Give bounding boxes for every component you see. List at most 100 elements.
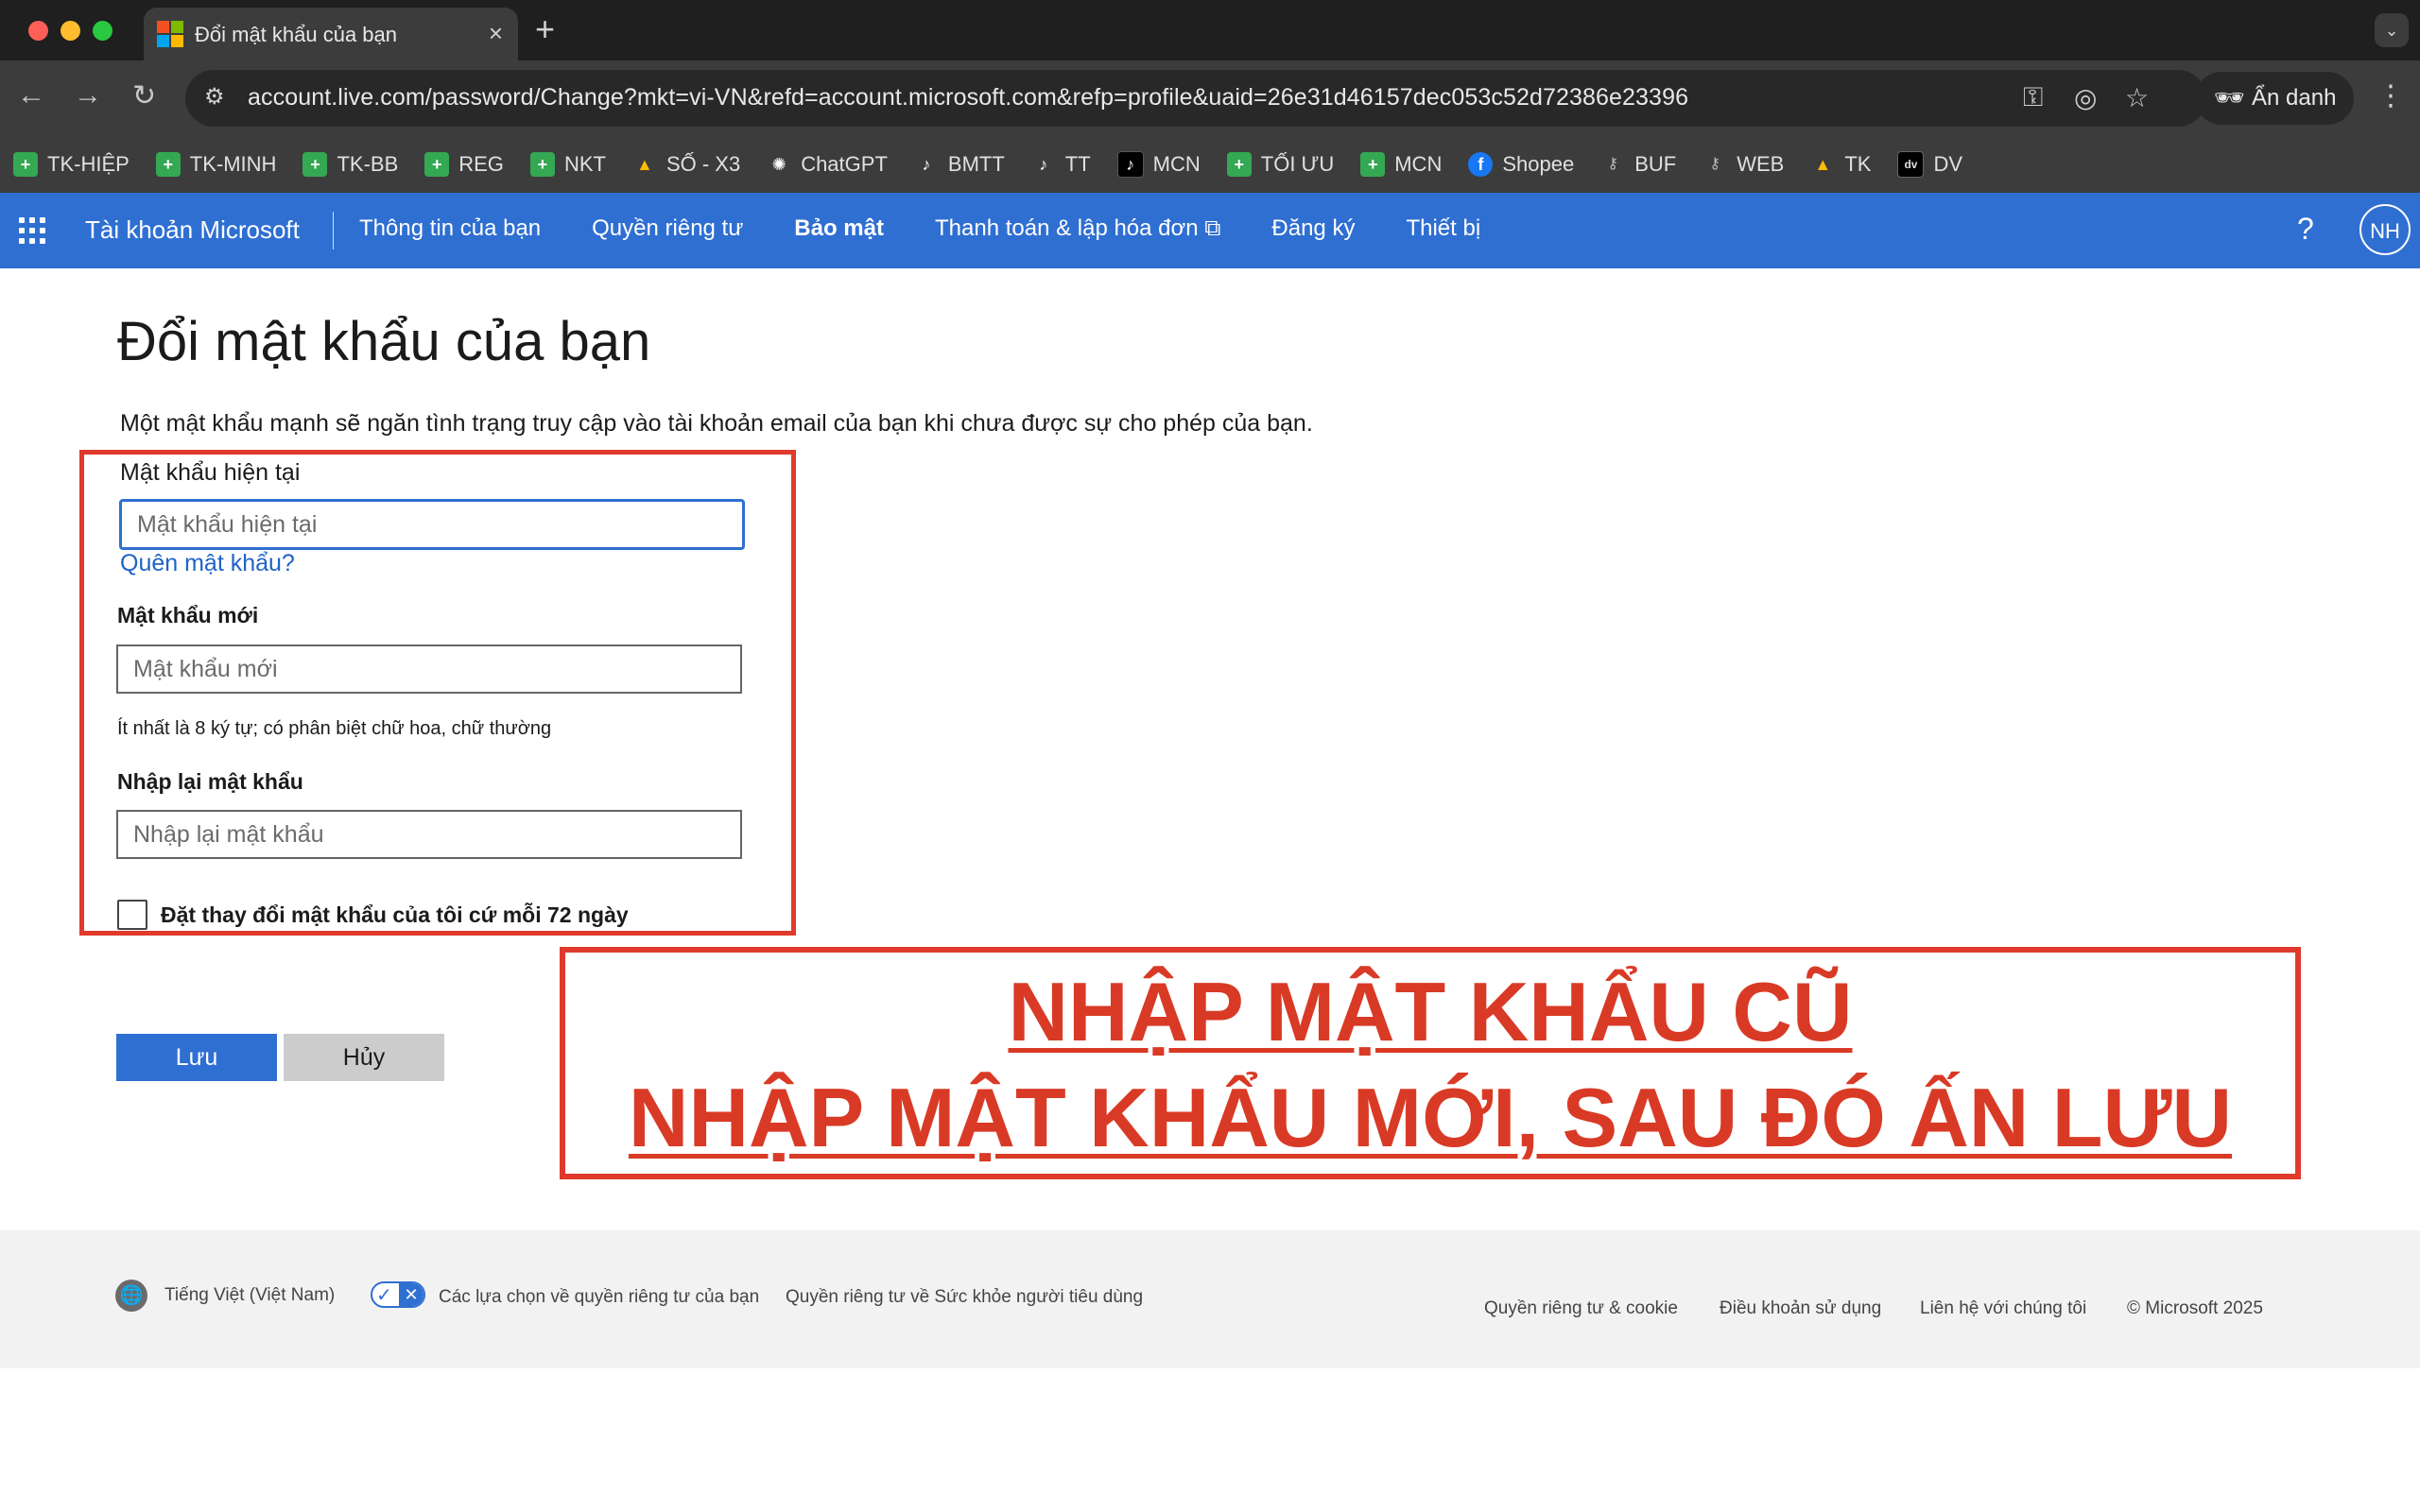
eye-off-icon[interactable]: ◎: [2074, 82, 2097, 113]
current-password-label: Mật khẩu hiện tại: [120, 459, 301, 486]
nav-item[interactable]: Thông tin của bạn: [359, 215, 541, 242]
language-selector[interactable]: Tiếng Việt (Việt Nam): [164, 1285, 335, 1306]
forgot-password-link[interactable]: Quên mật khẩu?: [120, 550, 295, 577]
new-tab-button[interactable]: +: [535, 9, 555, 49]
password-key-icon[interactable]: ⚿: [2023, 82, 2043, 113]
bookmark-item[interactable]: f Shopee: [1468, 146, 1587, 183]
brand-link[interactable]: Tài khoản Microsoft: [85, 215, 300, 245]
bookmark-item[interactable]: ♪ BMTT: [914, 146, 1018, 183]
nav-item[interactable]: Quyền riêng tư: [592, 215, 743, 242]
chatgpt-icon: ✺: [771, 155, 786, 174]
microsoft-logo-icon: [157, 21, 183, 47]
bookmark-item[interactable]: + MCN: [1360, 146, 1455, 183]
copyright: © Microsoft 2025: [2127, 1298, 2263, 1318]
nav-item[interactable]: Thanh toán & lập hóa đơn ⧉: [935, 215, 1220, 242]
bookmark-item[interactable]: ▲ SỐ - X3: [632, 146, 753, 183]
tiktok-icon: ♪: [1039, 155, 1048, 174]
nav-item[interactable]: Bảo mật: [794, 215, 884, 242]
tiktok-box-icon: ♪: [1116, 151, 1144, 178]
key-icon: ⚷: [1607, 156, 1619, 172]
privacy-cookies-link[interactable]: Quyền riêng tư & cookie: [1484, 1298, 1678, 1319]
help-icon[interactable]: ?: [2297, 212, 2314, 247]
back-arrow-icon[interactable]: ←: [17, 79, 45, 112]
bookmark-label: TK-HIỆP: [47, 152, 130, 176]
reload-icon[interactable]: ↻: [132, 79, 156, 112]
incognito-icon: 🕶: [2214, 83, 2246, 112]
drive-icon: ▲: [1814, 155, 1832, 174]
bookmark-label: BUF: [1634, 152, 1677, 176]
new-password-label: Mật khẩu mới: [117, 603, 259, 627]
bookmark-label: TỐI ƯU: [1260, 152, 1335, 176]
terms-link[interactable]: Điều khoản sử dụng: [1720, 1298, 1881, 1319]
bookmark-label: BMTT: [947, 152, 1005, 176]
bookmark-star-icon[interactable]: ☆: [2125, 82, 2149, 113]
bookmark-label: ChatGPT: [801, 152, 888, 176]
address-bar[interactable]: ⚙ account.live.com/password/Change?mkt=v…: [185, 70, 2206, 127]
bookmark-item[interactable]: + TK-HIỆP: [13, 146, 143, 183]
new-password-input[interactable]: [116, 644, 742, 694]
bookmark-item[interactable]: ⚷ BUF: [1600, 146, 1689, 183]
bookmark-label: MCN: [1152, 152, 1201, 176]
bookmark-label: TK-MINH: [189, 152, 277, 176]
active-tab[interactable]: Đổi mật khẩu của bạn ×: [144, 8, 518, 60]
site-info-icon[interactable]: ⚙: [204, 83, 233, 112]
bookmark-label: TK: [1844, 152, 1872, 176]
drive-icon: ▲: [636, 155, 653, 174]
tab-search-chevron-icon[interactable]: ⌄: [2375, 13, 2409, 47]
bookmark-label: NKT: [563, 152, 606, 176]
expire-password-label[interactable]: Đặt thay đổi mật khẩu của tôi cứ mỗi 72 …: [161, 902, 629, 928]
incognito-badge[interactable]: 🕶 Ẩn danh: [2195, 72, 2354, 125]
expire-password-checkbox[interactable]: [117, 900, 147, 930]
bookmark-item[interactable]: ✺ ChatGPT: [767, 146, 901, 183]
sheets-icon: +: [529, 152, 555, 177]
footer: 🌐 Tiếng Việt (Việt Nam) ✓ ✕ Các lựa chọn …: [0, 1230, 2420, 1368]
privacy-choices-link[interactable]: Các lựa chọn về quyền riêng tư của bạn: [439, 1287, 759, 1308]
bookmark-item[interactable]: + TK-BB: [302, 146, 411, 183]
avatar[interactable]: NH: [2360, 204, 2411, 255]
nav-item[interactable]: Thiết bị: [1406, 215, 1480, 242]
bookmark-item[interactable]: + REG: [424, 146, 517, 183]
bookmark-label: DV: [1933, 152, 1963, 176]
browser-toolbar: ← → ↻ ⚙ account.live.com/password/Change…: [0, 60, 2420, 136]
minimize-window-button[interactable]: [60, 21, 80, 41]
save-button[interactable]: Lưu: [116, 1034, 277, 1081]
annotation-line-2: NHẬP MẬT KHẨU MỚI, SAU ĐÓ ẤN LƯU: [628, 1071, 2233, 1164]
app-launcher-icon[interactable]: [19, 217, 45, 244]
forward-arrow-icon[interactable]: →: [74, 79, 102, 112]
bookmark-item[interactable]: + TỐI ƯU: [1226, 146, 1347, 183]
page-title: Đổi mật khẩu của bạn: [117, 311, 651, 372]
bookmarks-bar: + TK-HIỆP + TK-MINH + TK-BB + REG + NKT ▲ SỐ - X3 ✺ C…: [0, 136, 2420, 193]
bookmark-label: WEB: [1737, 152, 1785, 176]
intro-text: Một mật khẩu mạnh sẽ ngăn tình trạng tru…: [120, 410, 1313, 437]
bookmark-label: REG: [458, 152, 504, 176]
cancel-button[interactable]: Hủy: [284, 1034, 444, 1081]
password-hint: Ít nhất là 8 ký tự; có phân biệt chữ hoa…: [117, 718, 552, 739]
bookmark-item[interactable]: + NKT: [529, 146, 619, 183]
confirm-password-input[interactable]: [116, 810, 742, 859]
consumer-health-link[interactable]: Quyền riêng tư về Sức khỏe người tiêu dù…: [786, 1287, 1143, 1308]
url-text[interactable]: account.live.com/password/Change?mkt=vi-…: [248, 84, 1688, 112]
sheets-icon: +: [1360, 152, 1386, 177]
bookmark-item[interactable]: ⚷ WEB: [1703, 146, 1797, 183]
bookmark-label: TT: [1064, 152, 1091, 176]
tab-title: Đổi mật khẩu của bạn: [195, 23, 398, 46]
contact-link[interactable]: Liên hệ với chúng tôi: [1920, 1298, 2086, 1319]
sheets-icon: +: [302, 152, 328, 177]
incognito-label: Ẩn danh: [2252, 85, 2337, 111]
tiktok-icon: ♪: [922, 155, 931, 174]
browser-menu-icon[interactable]: ⋮: [2377, 79, 2405, 112]
confirm-password-label: Nhập lại mật khẩu: [117, 769, 303, 794]
dv-icon: dv: [1897, 151, 1925, 178]
bookmark-item[interactable]: ♪ TT: [1031, 146, 1104, 183]
current-password-input[interactable]: [119, 499, 745, 550]
close-window-button[interactable]: [28, 21, 48, 41]
maximize-window-button[interactable]: [93, 21, 112, 41]
bookmark-item[interactable]: dv DV: [1897, 146, 1976, 183]
bookmark-item[interactable]: ▲ TK: [1810, 146, 1884, 183]
facebook-icon: f: [1468, 152, 1494, 177]
tab-close-icon[interactable]: ×: [489, 19, 503, 48]
bookmark-item[interactable]: + TK-MINH: [155, 146, 290, 183]
nav-item[interactable]: Đăng ký: [1271, 215, 1355, 242]
bookmark-item[interactable]: ♪ MCN: [1116, 146, 1214, 183]
bookmark-label: SỐ - X3: [666, 152, 741, 176]
